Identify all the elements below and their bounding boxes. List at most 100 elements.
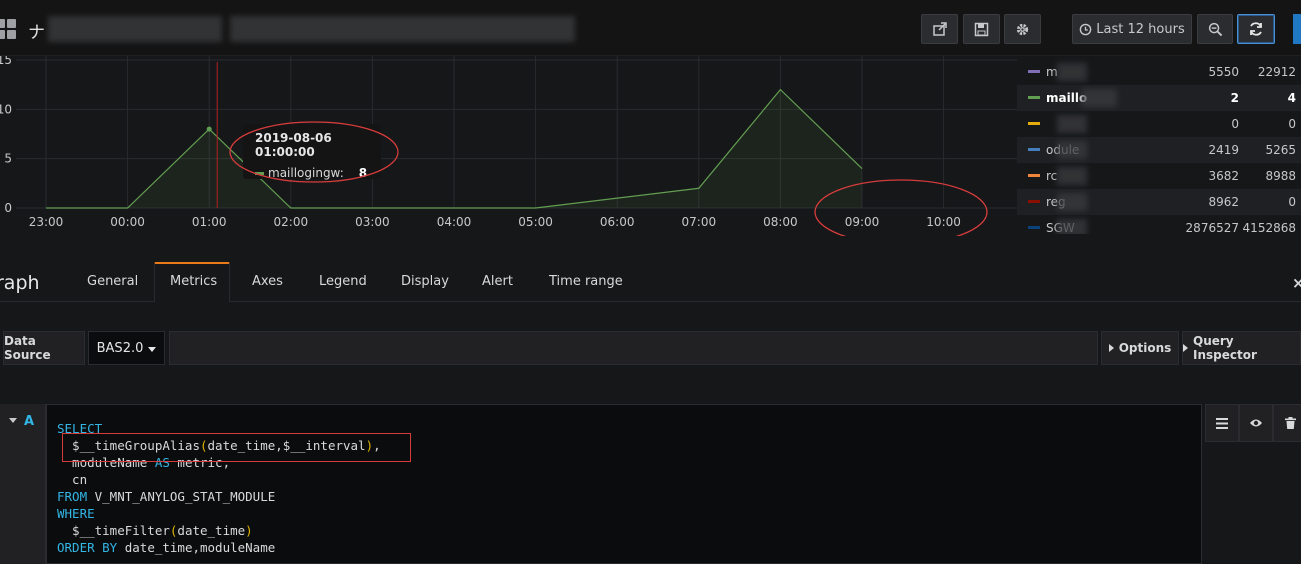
refresh-button[interactable]: [1237, 14, 1275, 44]
zoom-out-button[interactable]: [1197, 14, 1233, 44]
legend-value-current: 8962: [1208, 195, 1239, 209]
tab-display[interactable]: Display: [401, 274, 449, 289]
redacted-name: [1057, 141, 1087, 159]
menu-icon: [1216, 417, 1228, 429]
query-collapse-toggle[interactable]: A: [0, 404, 46, 564]
clock-icon: [1079, 23, 1092, 35]
datasource-value: BAS2.0: [96, 340, 144, 356]
save-icon: [974, 22, 989, 36]
legend-value-total: 4: [1287, 91, 1296, 105]
options-label: Options: [1118, 341, 1172, 355]
time-range-picker[interactable]: Last 12 hours: [1072, 14, 1192, 44]
datasource-select[interactable]: BAS2.0: [88, 331, 165, 365]
redacted-name: [1057, 167, 1087, 185]
legend-row[interactable]: maillo 2 4: [1017, 85, 1301, 111]
x-tick-label: 02:00: [274, 215, 309, 229]
legend-row[interactable]: SGW28765274152868: [1017, 215, 1301, 234]
x-tick-label: 23:00: [29, 215, 64, 229]
refresh-icon: [1250, 22, 1262, 36]
redacted-name: [1057, 219, 1087, 234]
x-tick-label: 05:00: [518, 215, 553, 229]
legend-value-total: 0: [1288, 195, 1296, 209]
tab-metrics[interactable]: Metrics: [170, 274, 217, 289]
y-tick-label: 5: [4, 152, 12, 166]
tab-alert[interactable]: Alert: [482, 274, 513, 289]
query-row: A SELECT $__timeGroupAlias(date_time,$__…: [0, 404, 1301, 564]
redacted-name: [1057, 193, 1087, 211]
caret-right-icon: [1183, 344, 1188, 352]
share-icon: [932, 22, 947, 36]
legend-row[interactable]: odule24195265: [1017, 137, 1301, 163]
chevron-down-icon: [9, 418, 17, 423]
legend-value-total: 0: [1288, 117, 1296, 131]
legend-swatch: [1028, 148, 1040, 151]
query-ref-letter: A: [24, 414, 35, 429]
toggle-query-visibility-button[interactable]: [1239, 404, 1273, 442]
caret-down-icon: [148, 346, 157, 352]
y-tick-label: 15: [0, 56, 12, 67]
query-inspector-label: Query Inspector: [1193, 334, 1257, 362]
x-tick-label: 00:00: [110, 215, 145, 229]
datasource-spacer: [169, 331, 1098, 365]
top-navbar: ナ Last 12 hours: [0, 0, 1301, 56]
legend-value-total: 8988: [1265, 169, 1296, 183]
legend-row[interactable]: 00: [1017, 111, 1301, 137]
x-tick-label: 03:00: [355, 215, 390, 229]
legend-value-current: 5550: [1208, 65, 1239, 79]
query-actions: [1205, 404, 1301, 442]
panel-editor-header: raph General Metrics Axes Legend Display…: [0, 236, 1301, 302]
datasource-row: Data Source BAS2.0 Options Query Inspect…: [0, 302, 1301, 402]
dashboard-grid-icon[interactable]: [0, 19, 18, 41]
tab-time-range[interactable]: Time range: [549, 274, 623, 289]
time-range-label: Last 12 hours: [1096, 21, 1185, 37]
code-line-5: FROM V_MNT_ANYLOG_STAT_MODULE: [57, 489, 276, 504]
y-tick-label: 0: [4, 201, 12, 215]
legend-series-name: rc: [1046, 169, 1058, 183]
tab-axes[interactable]: Axes: [252, 274, 283, 289]
dashboard-title[interactable]: ナ: [28, 18, 45, 43]
code-line-8: ORDER BY date_time,moduleName: [57, 540, 276, 555]
hover-point: [206, 126, 212, 132]
delete-query-button[interactable]: [1273, 404, 1301, 442]
tab-general[interactable]: General: [87, 274, 138, 289]
share-button[interactable]: [921, 14, 958, 44]
legend-series-name: m: [1046, 65, 1058, 79]
legend-row[interactable]: reg 8962 0: [1017, 189, 1301, 215]
x-tick-label: 08:00: [763, 215, 798, 229]
x-tick-label: 01:00: [192, 215, 227, 229]
settings-button[interactable]: [1004, 14, 1041, 44]
eye-icon: [1250, 419, 1262, 427]
legend-value-current: 2: [1230, 91, 1239, 105]
trash-icon: [1284, 417, 1296, 429]
annotation-ellipse-tooltip: [229, 121, 399, 183]
legend-value-total: 22912: [1257, 65, 1296, 79]
options-button[interactable]: Options: [1101, 331, 1179, 365]
legend-value-total: 4152868: [1242, 221, 1296, 234]
query-menu-button[interactable]: [1205, 404, 1239, 442]
x-tick-label: 04:00: [437, 215, 472, 229]
legend-swatch: [1028, 122, 1040, 125]
legend-swatch: [1028, 70, 1040, 73]
tab-legend[interactable]: Legend: [319, 274, 367, 289]
caret-right-icon: [1108, 344, 1114, 352]
annotation-highlight-box: [62, 433, 411, 462]
close-editor-button[interactable]: ×: [1292, 274, 1301, 292]
panel-type-title: raph: [0, 272, 40, 294]
redacted-name: [1057, 115, 1087, 133]
redacted-title: [230, 16, 575, 42]
save-dashboard-button[interactable]: [963, 14, 1000, 44]
legend-value-current: 3682: [1208, 169, 1239, 183]
legend-value-current: 2419: [1208, 143, 1239, 157]
legend-row[interactable]: rc 3682 8988: [1017, 163, 1301, 189]
code-line-4: cn: [57, 472, 88, 487]
legend-row[interactable]: m 5550 22912: [1017, 59, 1301, 85]
legend-swatch: [1028, 200, 1040, 203]
blue-edge-button[interactable]: [1293, 14, 1301, 44]
y-tick-label: 10: [0, 102, 12, 116]
sql-editor[interactable]: SELECT $__timeGroupAlias(date_time,$__in…: [46, 404, 1202, 564]
gear-icon: [1016, 23, 1029, 35]
query-inspector-button[interactable]: Query Inspector: [1182, 331, 1301, 365]
zoom-out-icon: [1208, 22, 1222, 36]
x-tick-label: 06:00: [600, 215, 635, 229]
x-tick-label: 07:00: [682, 215, 717, 229]
